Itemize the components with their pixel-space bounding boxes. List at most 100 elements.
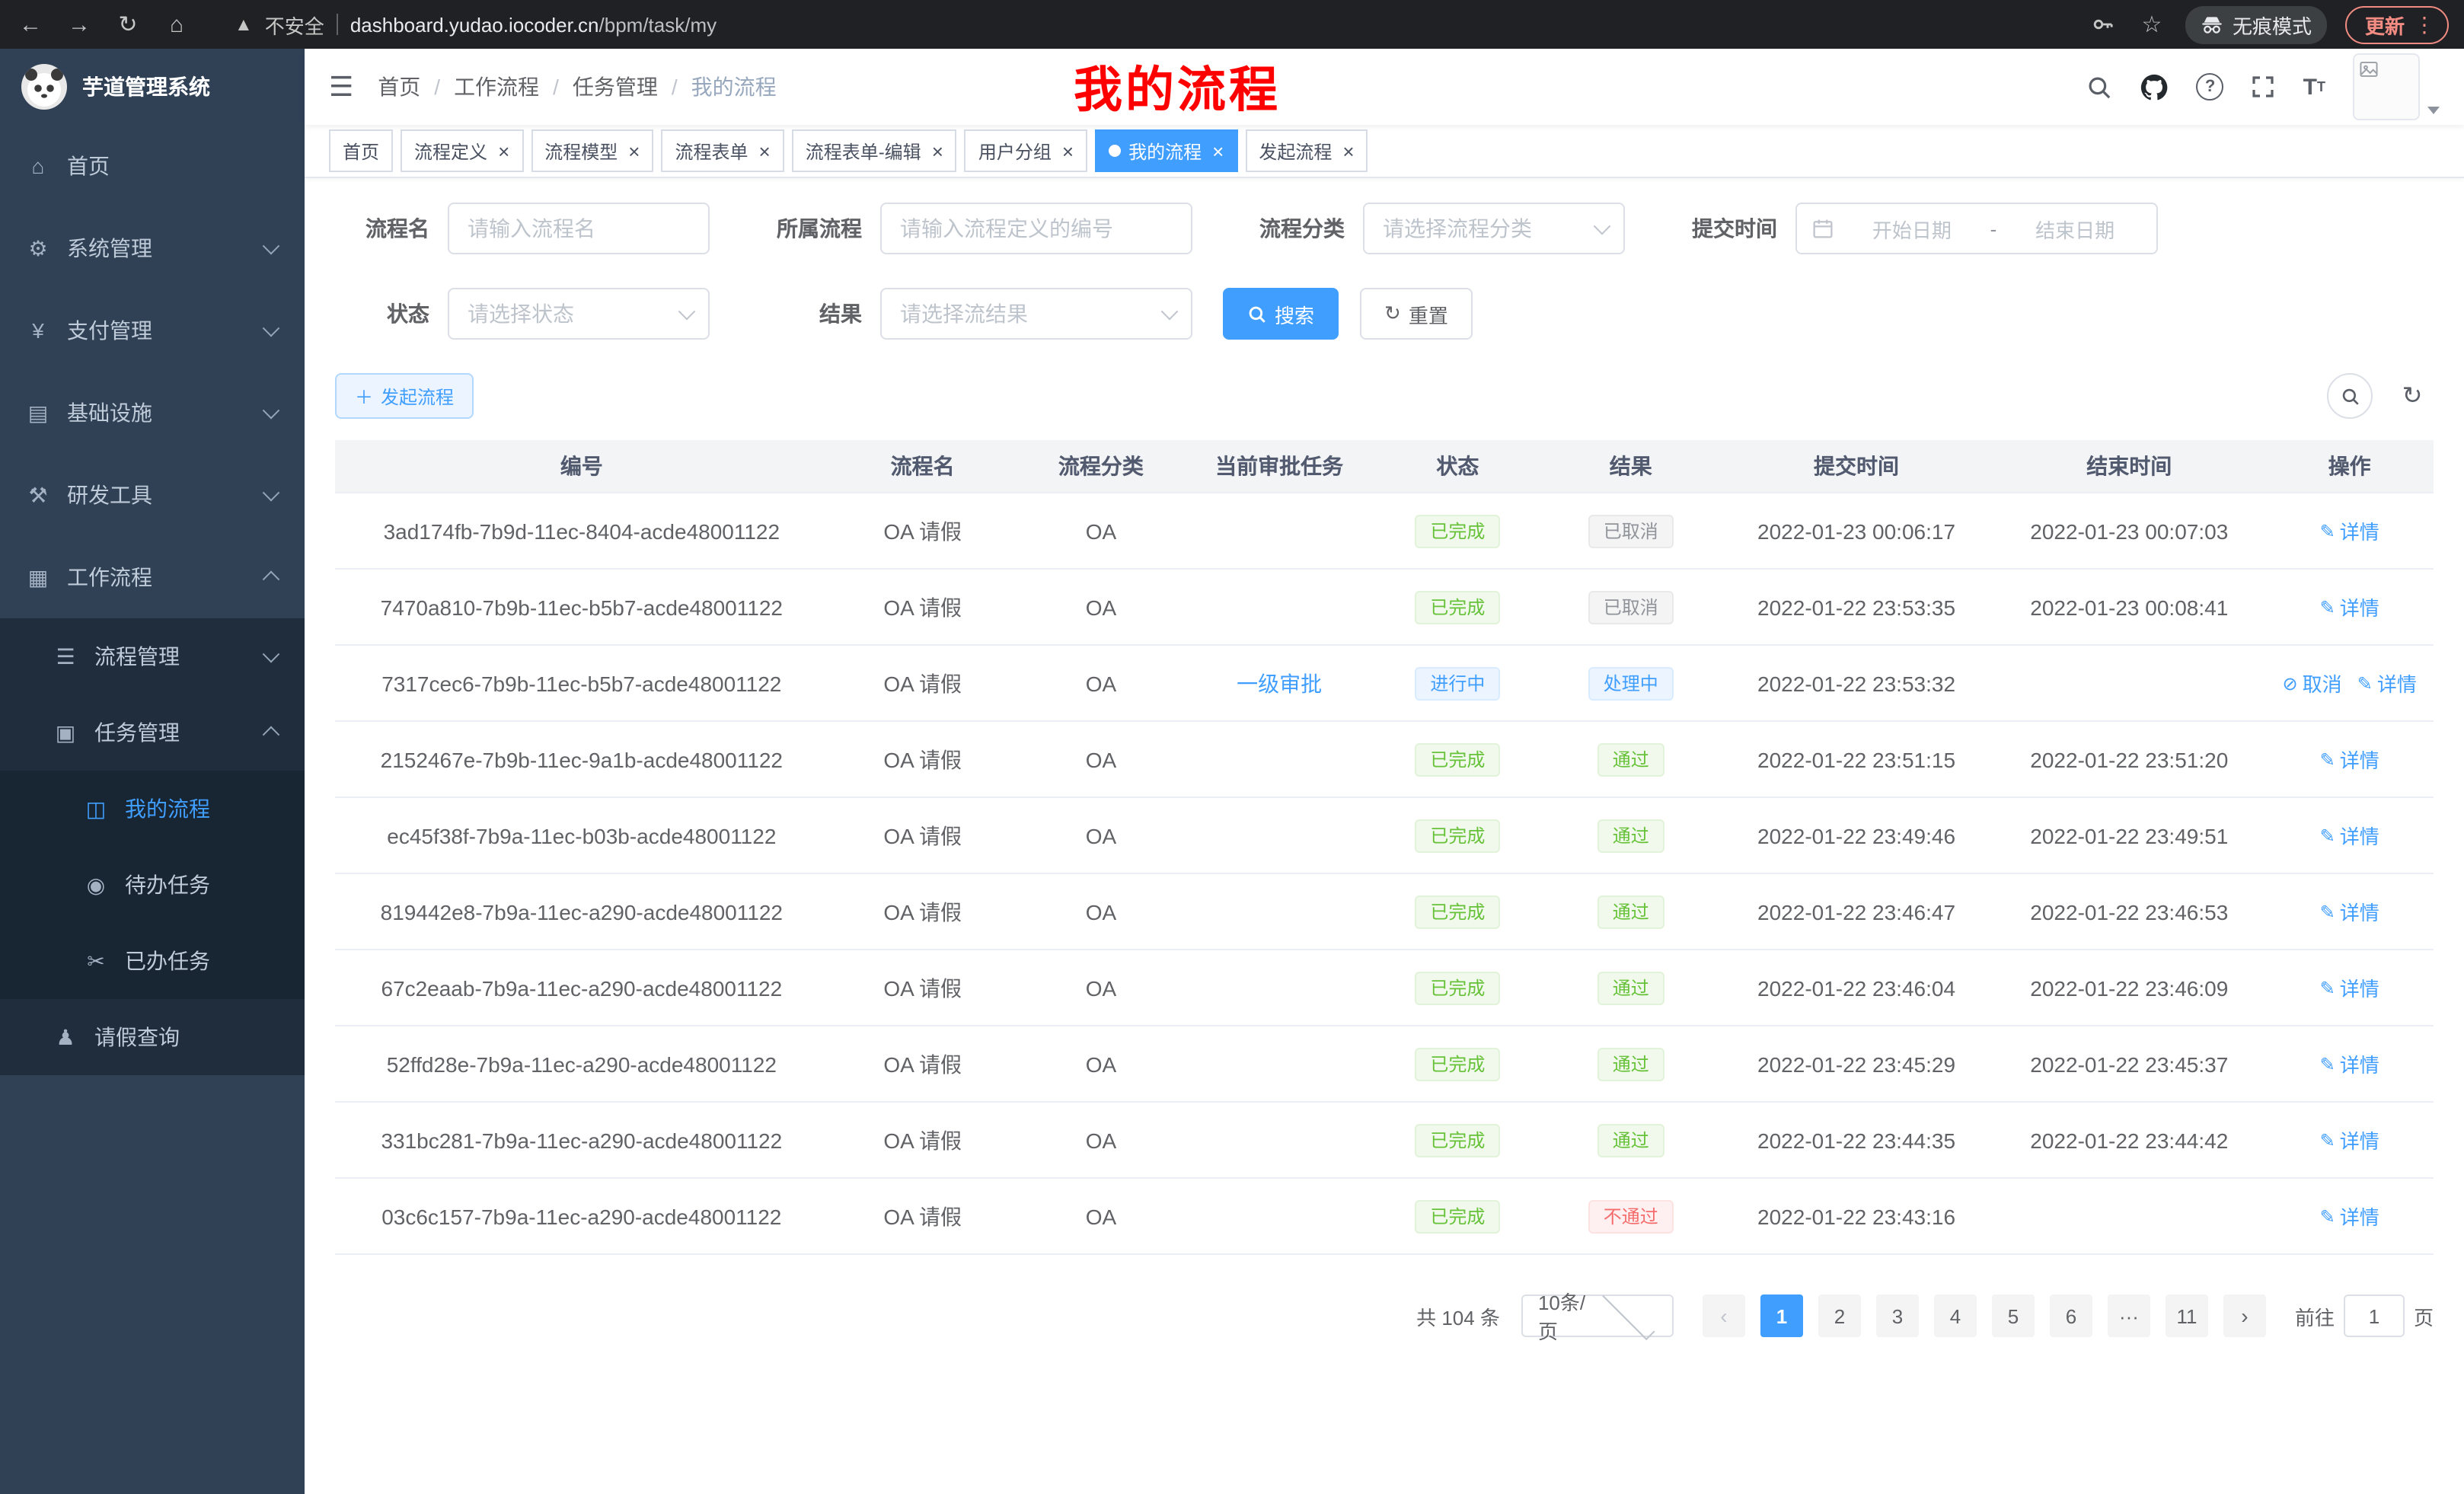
result-select[interactable]: 请选择流结果 <box>880 288 1192 340</box>
process-name-input[interactable] <box>448 203 710 254</box>
sidebar-item-label: 支付管理 <box>67 315 250 346</box>
category-select[interactable]: 请选择流程分类 <box>1363 203 1625 254</box>
breadcrumb-item[interactable]: 任务管理 <box>573 72 658 102</box>
sidebar-item-my-process[interactable]: ◫我的流程 <box>0 771 305 847</box>
sidebar-item-process-management[interactable]: ☰流程管理 <box>0 618 305 694</box>
goto-page-input[interactable] <box>2344 1294 2405 1337</box>
url-host: dashboard.yudao.iocoder.cn <box>350 13 599 36</box>
page-button-4[interactable]: 4 <box>1934 1294 1977 1337</box>
bookmark-star-icon[interactable]: ☆ <box>2137 9 2167 40</box>
submit-time-range-picker[interactable]: 开始日期 - 结束日期 <box>1795 203 2158 254</box>
detail-action-link[interactable]: ✎详情 <box>2320 1049 2379 1078</box>
browser-menu-icon[interactable]: ⋮ <box>2414 11 2435 37</box>
sidebar-item-home[interactable]: ⌂首页 <box>0 125 305 207</box>
reset-button[interactable]: ↻ 重置 <box>1360 288 1473 340</box>
cancel-action-link[interactable]: ⊘取消 <box>2283 669 2342 698</box>
tab-流程表单[interactable]: 流程表单 × <box>661 129 784 172</box>
tab-close-icon[interactable]: × <box>498 141 509 161</box>
tab-close-icon[interactable]: × <box>759 141 771 161</box>
search-icon[interactable] <box>2087 74 2113 100</box>
detail-action-link[interactable]: ✎详情 <box>2320 745 2379 774</box>
address-bar[interactable]: ▲ 不安全 dashboard.yudao.iocoder.cn/bpm/tas… <box>210 10 2070 39</box>
forward-icon[interactable]: → <box>64 9 94 40</box>
tab-我的流程[interactable]: 我的流程× <box>1095 129 1237 172</box>
tab-流程定义[interactable]: 流程定义× <box>401 129 523 172</box>
font-size-icon[interactable]: TT <box>2303 75 2325 98</box>
back-icon[interactable]: ← <box>15 9 46 40</box>
page-button-11[interactable]: 11 <box>2166 1294 2208 1337</box>
breadcrumb-item[interactable]: 工作流程 <box>454 72 539 102</box>
page-size-select[interactable]: 10条/页 <box>1521 1294 1674 1337</box>
sidebar-item-leave-query[interactable]: ♟请假查询 <box>0 999 305 1075</box>
tab-close-icon[interactable]: × <box>628 141 640 161</box>
detail-action-link[interactable]: ✎详情 <box>2357 669 2417 698</box>
tab-close-icon[interactable]: × <box>1212 141 1224 161</box>
sidebar-item-system-management[interactable]: ⚙系统管理 <box>0 207 305 289</box>
fullscreen-icon[interactable] <box>2252 75 2276 99</box>
table-search-toggle-icon[interactable] <box>2327 373 2373 419</box>
sidebar-item-payment-management[interactable]: ¥支付管理 <box>0 289 305 372</box>
next-page-button[interactable]: › <box>2223 1294 2266 1337</box>
column-header: 结果 <box>1542 440 1720 493</box>
page-button-5[interactable]: 5 <box>1992 1294 2035 1337</box>
date-range-separator: - <box>1990 217 1997 240</box>
key-icon[interactable] <box>2088 9 2118 40</box>
cell-submit-time: 2022-01-23 00:06:17 <box>1720 493 1993 569</box>
detail-action-link[interactable]: ✎详情 <box>2320 821 2379 850</box>
chevron-down-icon <box>678 303 696 321</box>
sidebar-item-done-task[interactable]: ✂已办任务 <box>0 923 305 999</box>
tab-close-icon[interactable]: × <box>932 141 943 161</box>
page-button-1[interactable]: 1 <box>1760 1294 1803 1337</box>
home-icon[interactable]: ⌂ <box>161 9 192 40</box>
app-logo-icon <box>21 64 67 110</box>
search-button[interactable]: 搜索 <box>1223 288 1339 340</box>
current-task-link[interactable]: 一级审批 <box>1237 671 1322 695</box>
category-label: 流程分类 <box>1238 213 1345 244</box>
cell-process-id: ec45f38f-7b9a-11ec-b03b-acde48001122 <box>335 797 828 873</box>
app-logo-row[interactable]: 芋道管理系统 <box>0 49 305 125</box>
sidebar-item-devtools[interactable]: ⚒研发工具 <box>0 454 305 536</box>
page-button-2[interactable]: 2 <box>1818 1294 1861 1337</box>
owner-process-input[interactable] <box>880 203 1192 254</box>
cell-actions: ✎详情 <box>2265 797 2434 873</box>
sidebar-item-infrastructure[interactable]: ▤基础设施 <box>0 372 305 454</box>
breadcrumb-item[interactable]: 首页 <box>378 72 420 102</box>
eye-icon: ◉ <box>82 872 110 898</box>
edit-icon: ✎ <box>2320 901 2335 922</box>
tab-用户分组[interactable]: 用户分组× <box>965 129 1087 172</box>
tab-首页[interactable]: 首页 <box>329 129 393 172</box>
end-date-placeholder: 结束日期 <box>2009 214 2141 243</box>
prev-page-button[interactable]: ‹ <box>1703 1294 1745 1337</box>
start-process-button[interactable]: ＋ 发起流程 <box>335 373 474 419</box>
cell-actions: ✎详情 <box>2265 950 2434 1026</box>
hamburger-icon[interactable]: ☰ <box>329 71 353 103</box>
update-button[interactable]: 更新 ⋮ <box>2345 5 2449 43</box>
page-button-3[interactable]: 3 <box>1876 1294 1919 1337</box>
tab-流程表单-编辑[interactable]: 流程表单-编辑× <box>792 129 957 172</box>
column-header: 编号 <box>335 440 828 493</box>
detail-action-link[interactable]: ✎详情 <box>2320 973 2379 1002</box>
github-icon[interactable] <box>2140 72 2169 101</box>
tab-close-icon[interactable]: × <box>1062 141 1074 161</box>
detail-action-link[interactable]: ✎详情 <box>2320 516 2379 545</box>
help-icon[interactable]: ? <box>2197 73 2224 101</box>
reload-icon[interactable]: ↻ <box>113 9 143 40</box>
table-refresh-icon[interactable]: ↻ <box>2391 375 2434 417</box>
tab-发起流程[interactable]: 发起流程× <box>1245 129 1368 172</box>
sidebar-item-task-management[interactable]: ▣任务管理 <box>0 694 305 771</box>
warning-icon: ▲ <box>235 14 253 35</box>
tab-close-icon[interactable]: × <box>1342 141 1354 161</box>
detail-action-link[interactable]: ✎详情 <box>2320 1202 2379 1231</box>
status-select[interactable]: 请选择状态 <box>448 288 710 340</box>
cell-end-time: 2022-01-23 00:08:41 <box>1993 569 2265 645</box>
detail-action-link[interactable]: ✎详情 <box>2320 1125 2379 1154</box>
tab-流程模型[interactable]: 流程模型× <box>531 129 653 172</box>
page-button-6[interactable]: 6 <box>2050 1294 2092 1337</box>
detail-action-link[interactable]: ✎详情 <box>2320 897 2379 926</box>
tab-label: 流程表单 <box>675 138 748 164</box>
user-avatar-dropdown[interactable] <box>2353 53 2440 120</box>
sidebar-item-workflow[interactable]: ▦工作流程 <box>0 536 305 618</box>
sidebar-item-todo-task[interactable]: ◉待办任务 <box>0 847 305 923</box>
edit-icon: ✎ <box>2320 1053 2335 1074</box>
detail-action-link[interactable]: ✎详情 <box>2320 592 2379 621</box>
